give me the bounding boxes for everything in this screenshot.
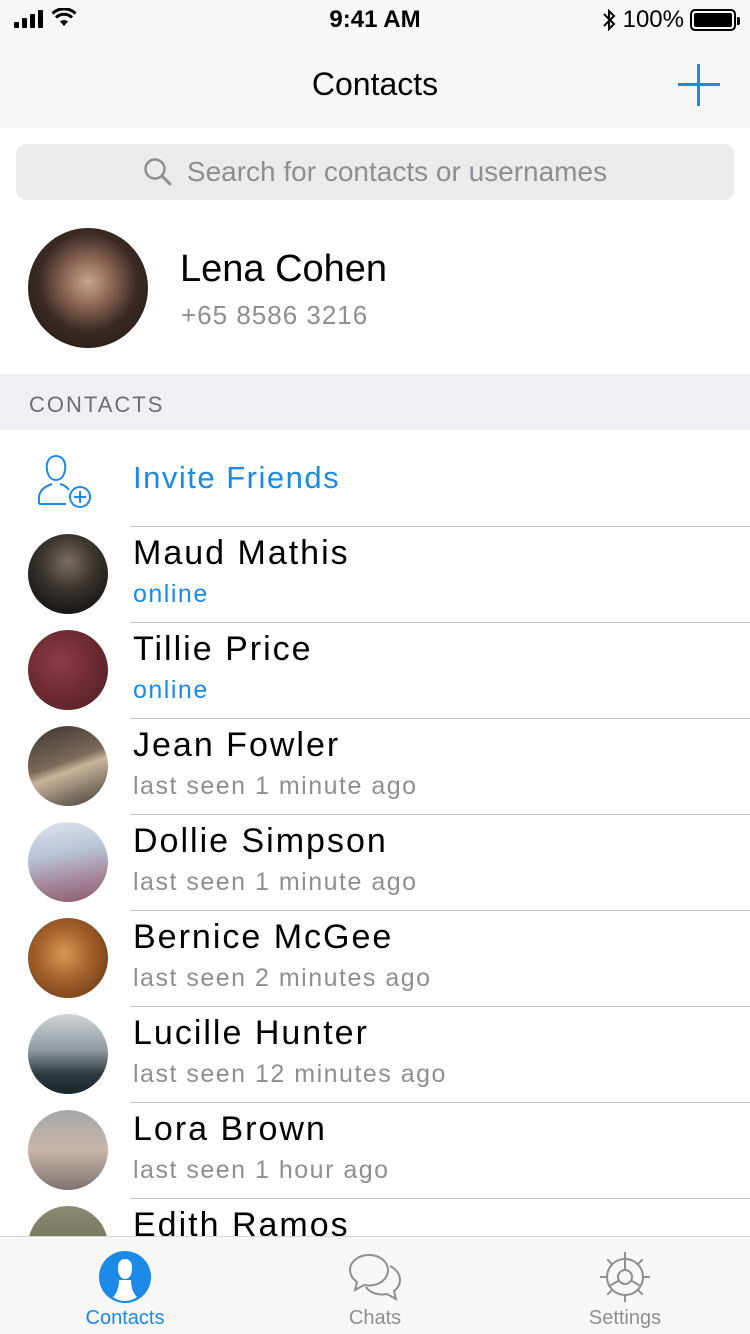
invite-friends-button[interactable]: Invite Friends [0, 430, 750, 526]
row-divider [130, 910, 750, 911]
battery-icon [690, 9, 740, 31]
contact-name: Maud Mathis [133, 534, 350, 572]
my-profile[interactable]: Lena Cohen +65 8586 3216 [0, 212, 750, 374]
contact-status: last seen 12 minutes ago [133, 1060, 447, 1088]
avatar [28, 228, 148, 348]
profile-phone: +65 8586 3216 [181, 300, 369, 330]
contact-status: last seen 1 minute ago [133, 868, 418, 896]
row-divider [130, 622, 750, 623]
search-input[interactable]: Search for contacts or usernames [16, 144, 734, 200]
avatar [28, 630, 108, 710]
section-header-label: CONTACTS [29, 392, 165, 417]
row-divider [130, 814, 750, 815]
avatar [28, 1110, 108, 1190]
contact-list: Maud Mathis online Tillie Price online J… [0, 526, 750, 1294]
profile-name: Lena Cohen [180, 248, 388, 290]
row-divider [130, 1198, 750, 1199]
contact-name: Jean Fowler [133, 726, 341, 764]
tab-contacts[interactable]: Contacts [0, 1237, 250, 1334]
row-divider [130, 718, 750, 719]
status-right: 100% [601, 6, 740, 34]
avatar [28, 534, 108, 614]
contact-name: Lora Brown [133, 1110, 327, 1148]
tab-label: Chats [348, 1307, 402, 1329]
search-area: Search for contacts or usernames [0, 128, 750, 212]
row-divider [130, 526, 750, 527]
tab-label: Contacts [85, 1307, 165, 1329]
battery-percent: 100% [622, 6, 684, 33]
invite-friends-label: Invite Friends [133, 460, 341, 495]
list-item[interactable]: Maud Mathis online [0, 526, 750, 622]
status-bar: 9:41 AM 100% [0, 0, 750, 40]
contact-status: last seen 1 hour ago [133, 1156, 390, 1184]
row-divider [130, 1102, 750, 1103]
bluetooth-icon [602, 8, 616, 32]
chat-bubbles-icon [348, 1253, 402, 1301]
list-item[interactable]: Bernice McGee last seen 2 minutes ago [0, 910, 750, 1006]
contact-status: last seen 1 minute ago [133, 772, 418, 800]
contact-status: online [133, 676, 209, 704]
avatar [28, 726, 108, 806]
avatar [28, 918, 108, 998]
navigation-bar: Contacts [0, 40, 750, 128]
person-icon [99, 1251, 151, 1303]
row-divider [130, 1006, 750, 1007]
list-item[interactable]: Jean Fowler last seen 1 minute ago [0, 718, 750, 814]
list-item[interactable]: Tillie Price online [0, 622, 750, 718]
avatar [28, 822, 108, 902]
add-user-icon [38, 454, 91, 508]
contact-name: Lucille Hunter [133, 1014, 369, 1052]
contact-name: Bernice McGee [133, 918, 394, 956]
tab-bar: Contacts Chats Settings [0, 1236, 750, 1334]
avatar [28, 1014, 108, 1094]
search-placeholder: Search for contacts or usernames [186, 156, 608, 187]
list-item[interactable]: Dollie Simpson last seen 1 minute ago [0, 814, 750, 910]
tab-chats[interactable]: Chats [250, 1237, 500, 1334]
section-header: CONTACTS [0, 374, 750, 430]
contact-name: Dollie Simpson [133, 822, 388, 860]
page-title: Contacts [311, 66, 439, 102]
tab-settings[interactable]: Settings [500, 1237, 750, 1334]
list-item[interactable]: Lora Brown last seen 1 hour ago [0, 1102, 750, 1198]
list-item[interactable]: Lucille Hunter last seen 12 minutes ago [0, 1006, 750, 1102]
tab-label: Settings [588, 1307, 662, 1329]
add-contact-button[interactable] [678, 64, 720, 106]
contact-name: Tillie Price [133, 630, 313, 668]
gear-icon [600, 1252, 650, 1302]
contact-status: online [133, 580, 209, 608]
search-icon [144, 158, 172, 186]
contact-status: last seen 2 minutes ago [133, 964, 432, 992]
